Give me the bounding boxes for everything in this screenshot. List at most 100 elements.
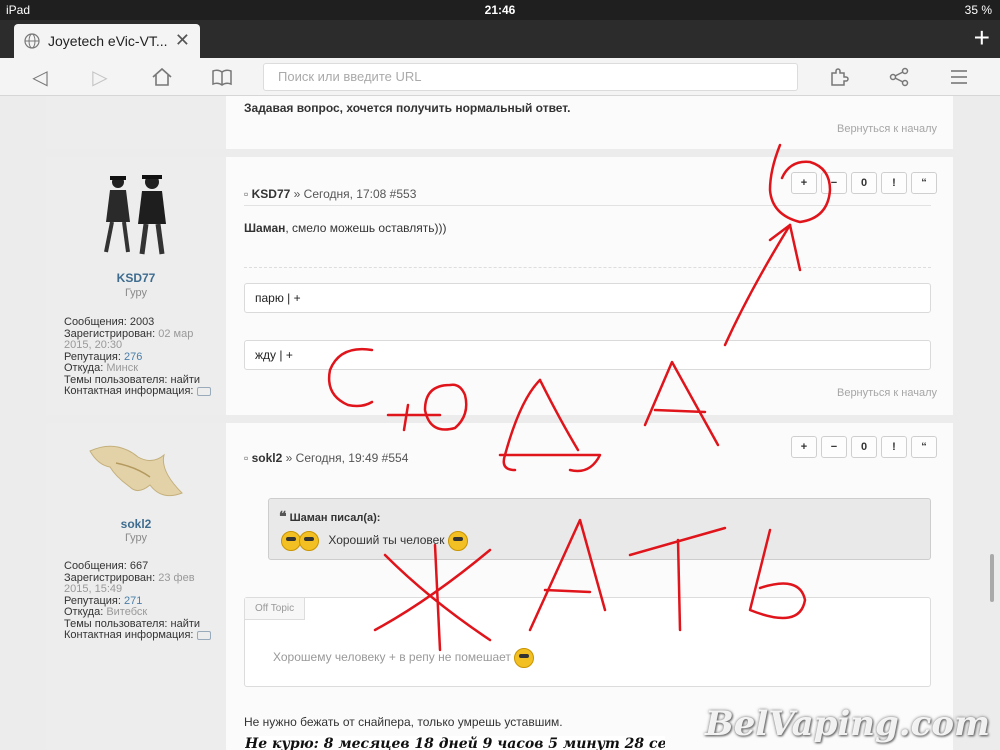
rate-up-button[interactable]: + [791,436,817,458]
back-to-top-link[interactable]: Вернуться к началу [837,387,937,399]
author-name[interactable]: sokl2 [46,517,226,531]
rating-value[interactable]: 0 [851,172,877,194]
offtopic-content: Хорошему человеку + в репу не помешает [273,648,535,668]
offtopic-text: Хорошему человеку + в репу не помешает [273,650,511,665]
from-label: Откуда: [64,606,104,618]
post-sidebar [46,96,226,149]
quote-author: Шаман писал(а): [289,512,381,524]
globe-icon [24,33,40,49]
quote-block: ❝ Шаман писал(а): Хороший ты человек [268,498,931,560]
from-value: Витебск [106,606,148,618]
smiley-icon [447,531,468,551]
back-to-top-link[interactable]: Вернуться к началу [837,123,937,135]
mention: Шаман [244,221,286,235]
quote-text: Хороший ты человек [328,533,445,548]
rate-up-button[interactable]: + [791,172,817,194]
close-tab-icon[interactable]: ✕ [175,30,190,51]
author-rank: Гуру [124,532,148,544]
post-text: Шаман, смело можешь оставлять))) [244,221,446,235]
post-body: ▫ KSD77 » Сегодня, 17:08 #553 + −0! “ Шама… [226,157,953,415]
quote-button[interactable]: “ [911,436,937,458]
post-icon: ▫ [244,451,249,465]
post-author-link[interactable]: KSD77 [252,187,291,201]
quote-header: ❝ Шаман писал(а): [279,508,380,525]
post-meta: » Сегодня, 17:08 #553 [293,187,417,201]
post-sidebar: KSD77 Гуру Сообщения: 2003 Зарегистриров… [46,157,226,415]
smiley-icon [281,531,301,551]
post-icon: ▫ [244,187,249,201]
author-info: Сообщения: 667 Зарегистрирован: 23 фев 2… [64,560,214,642]
quote-button[interactable]: “ [911,172,937,194]
forum-post: KSD77 Гуру Сообщения: 2003 Зарегистриров… [46,157,953,415]
url-field[interactable]: Поиск или введите URL [263,63,798,91]
report-button[interactable]: ! [881,172,907,194]
offtopic-block: Off Topic Хорошему человеку + в репу не … [244,597,931,687]
bookmarks-icon[interactable] [210,65,234,89]
signature-box: жду | + [244,340,931,370]
browser-toolbar: ◁ ▷ Поиск или введите URL [0,58,1000,96]
post-text-rest: , смело можешь оставлять))) [285,221,447,235]
post-header: ▫ sokl2 » Сегодня, 19:49 #554 [244,451,408,465]
from-value: Минск [106,362,139,374]
page-content: Задавая вопрос, хочется получить нормаль… [0,96,1000,750]
post-actions: + −0! “ [787,172,937,194]
messages-count: 667 [129,560,149,572]
post-header: ▫ KSD77 » Сегодня, 17:08 #553 [244,187,416,201]
quote-icon: ❝ [279,508,287,524]
rating-value[interactable]: 0 [851,436,877,458]
messages-label: Сообщения: [64,560,127,572]
reputation-label: Репутация: [64,350,121,363]
avatar [89,445,183,497]
forum-post: sokl2 Гуру Сообщения: 667 Зарегистрирова… [46,423,953,750]
registered-label: Зарегистрирован: [64,327,156,340]
message-icon[interactable] [196,386,211,396]
message-icon[interactable] [196,630,211,640]
signature-text: Не нужно бежать от снайпера, только умре… [244,715,563,729]
rate-down-button[interactable]: − [821,172,847,194]
author-rank: Гуру [124,287,148,299]
avatar [104,175,166,255]
author-info: Сообщения: 2003 Зарегистрирован: 02 мар … [64,316,214,398]
contact-label: Контактная информация: [64,629,194,641]
rate-down-button[interactable]: − [821,436,847,458]
post-meta: » Сегодня, 19:49 #554 [285,451,409,465]
author-name[interactable]: KSD77 [46,271,226,285]
browser-tab[interactable]: Joyetech eVic-VT... ✕ [14,24,200,58]
post-author-link[interactable]: sokl2 [252,451,283,465]
extensions-icon[interactable] [827,65,851,89]
home-icon[interactable] [150,65,174,89]
signature-box: парю | + [244,283,931,313]
battery-label: 35 % [964,3,992,17]
back-icon[interactable]: ◁ [28,65,52,89]
post-body: Задавая вопрос, хочется получить нормаль… [226,96,953,149]
reputation-label: Репутация: [64,594,121,607]
forward-icon[interactable]: ▷ [88,65,112,89]
messages-count: 2003 [129,316,155,328]
from-label: Откуда: [64,362,104,374]
report-button[interactable]: ! [881,436,907,458]
previous-post: Задавая вопрос, хочется получить нормаль… [46,96,953,149]
messages-label: Сообщения: [64,316,127,328]
scrollbar[interactable] [990,554,994,602]
post-sidebar: sokl2 Гуру Сообщения: 667 Зарегистрирова… [46,423,226,750]
signature-image-text: Не курю: 8 месяцев 18 дней 9 часов 5 мин… [245,736,665,750]
tab-title: Joyetech eVic-VT... [48,33,168,49]
status-bar: iPad 21:46 35 % [0,0,1000,20]
quote-content: Хороший ты человек [281,531,468,551]
contact-label: Контактная информация: [64,385,194,397]
tab-bar: Joyetech eVic-VT... ✕ + [0,20,1000,58]
smiley-icon [514,648,535,668]
reputation-value[interactable]: 271 [124,595,142,607]
share-icon[interactable] [887,65,911,89]
watermark: BelVaping.com [705,704,990,744]
post-actions: + −0! “ [787,436,937,458]
new-tab-icon[interactable]: + [974,24,990,52]
offtopic-tag: Off Topic [245,598,306,620]
post-body: ▫ sokl2 » Сегодня, 19:49 #554 + −0! “ ❝ Ша… [226,423,953,750]
clock: 21:46 [484,3,516,17]
post-text: Задавая вопрос, хочется получить нормаль… [244,101,571,115]
menu-icon[interactable] [947,65,971,89]
reputation-value[interactable]: 276 [124,351,142,363]
registered-label: Зарегистрирован: [64,571,156,584]
smiley-icon [299,531,319,551]
